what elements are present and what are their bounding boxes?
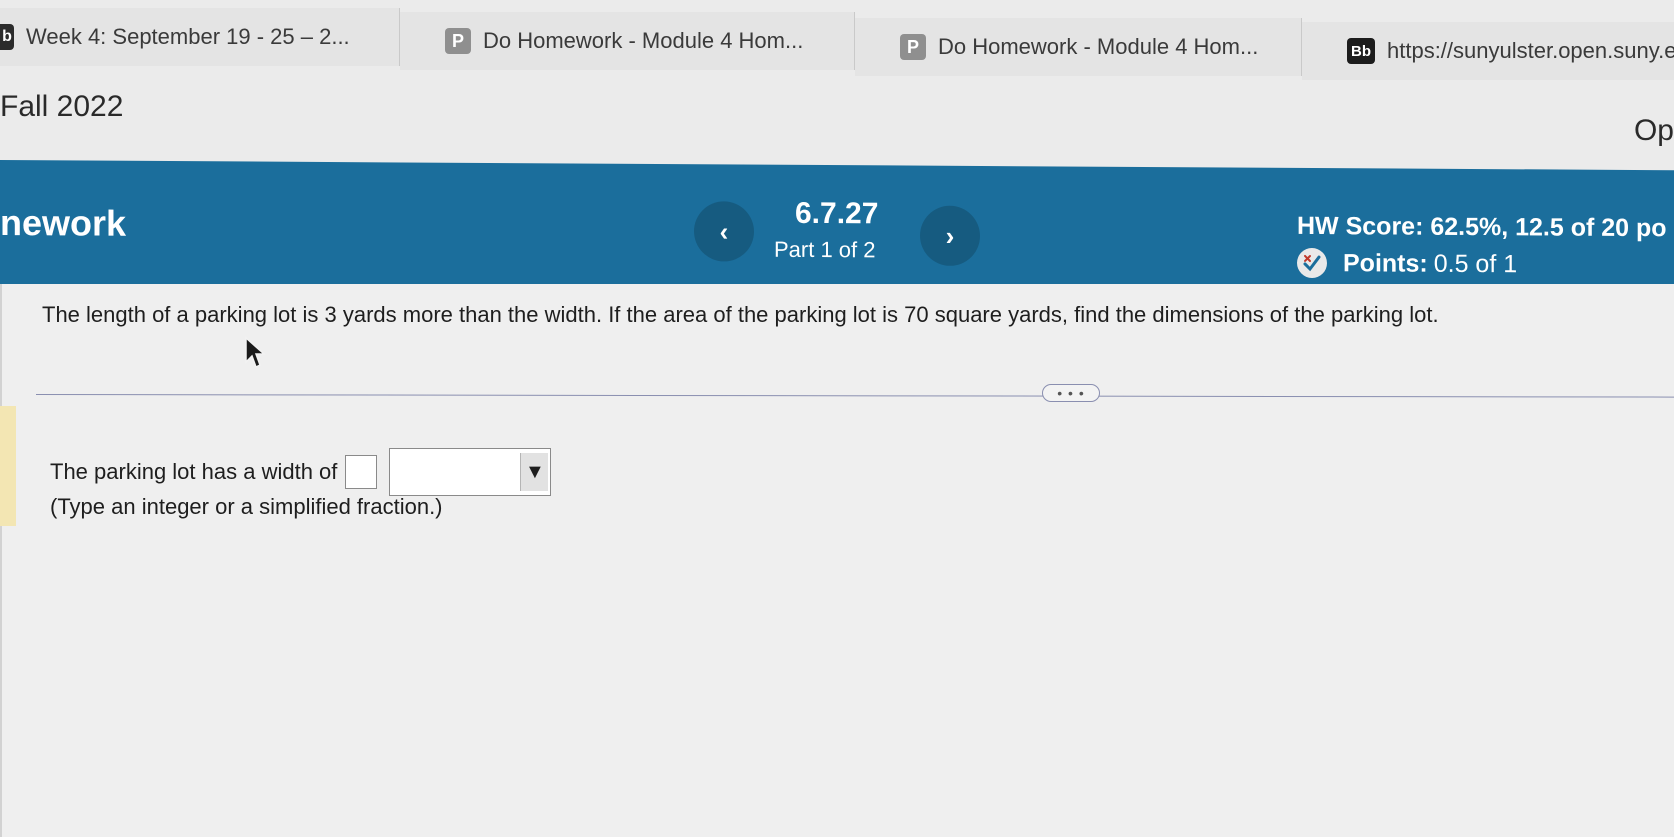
current-part-marker xyxy=(0,406,16,526)
mouse-cursor-icon xyxy=(245,336,266,369)
unit-dropdown[interactable]: ▼ xyxy=(389,448,552,496)
tab-do-homework-2[interactable]: P Do Homework - Module 4 Hom... xyxy=(855,18,1302,76)
previous-question-button[interactable]: ‹ xyxy=(694,201,754,262)
tab-week-4[interactable]: b Week 4: September 19 - 25 – 2... xyxy=(0,8,400,66)
blackboard-favicon-icon: b xyxy=(0,24,14,50)
tab-sunyulster[interactable]: Bb https://sunyulster.open.suny.ed xyxy=(1302,22,1674,80)
tab-label: Week 4: September 19 - 25 – 2... xyxy=(26,24,350,49)
chevron-right-icon: › xyxy=(945,220,955,251)
question-part: Part 1 of 2 xyxy=(774,236,876,263)
points-summary: Points: 0.5 of 1 xyxy=(1297,247,1518,279)
course-title: Fall 2022 xyxy=(0,90,124,123)
answer-row: The parking lot has a width of ▼ xyxy=(50,448,552,496)
question-text: The length of a parking lot is 3 yards m… xyxy=(42,302,1439,327)
hw-score: HW Score: 62.5%, 12.5 of 20 po xyxy=(1297,211,1667,243)
tab-label: https://sunyulster.open.suny.ed xyxy=(1387,38,1674,63)
tab-do-homework-1[interactable]: P Do Homework - Module 4 Hom... xyxy=(400,12,855,70)
homework-title: nework xyxy=(0,202,127,244)
partial-credit-icon xyxy=(1297,247,1327,279)
points-label: Points: xyxy=(1343,248,1428,278)
divider xyxy=(35,394,1674,398)
chevron-left-icon: ‹ xyxy=(719,215,729,246)
pearson-favicon-icon: P xyxy=(445,28,471,54)
points-value: 0.5 of 1 xyxy=(1433,249,1518,278)
options-link[interactable]: Op xyxy=(1634,114,1674,148)
homework-page: b Week 4: September 19 - 25 – 2... P Do … xyxy=(0,0,1674,837)
dropdown-arrow-icon[interactable]: ▼ xyxy=(520,453,549,491)
question-number: 6.7.27 xyxy=(795,196,879,231)
expand-more-button[interactable]: • • • xyxy=(1042,384,1100,402)
next-question-button[interactable]: › xyxy=(920,205,980,266)
tab-label: Do Homework - Module 4 Hom... xyxy=(483,28,804,53)
answer-prefix: The parking lot has a width of xyxy=(50,459,338,484)
answer-hint: (Type an integer or a simplified fractio… xyxy=(50,494,443,519)
blackboard-favicon-icon: Bb xyxy=(1347,38,1375,64)
pearson-favicon-icon: P xyxy=(900,34,926,60)
browser-tab-strip: b Week 4: September 19 - 25 – 2... P Do … xyxy=(0,0,1674,80)
width-input[interactable] xyxy=(345,455,378,489)
tab-label: Do Homework - Module 4 Hom... xyxy=(938,34,1259,59)
